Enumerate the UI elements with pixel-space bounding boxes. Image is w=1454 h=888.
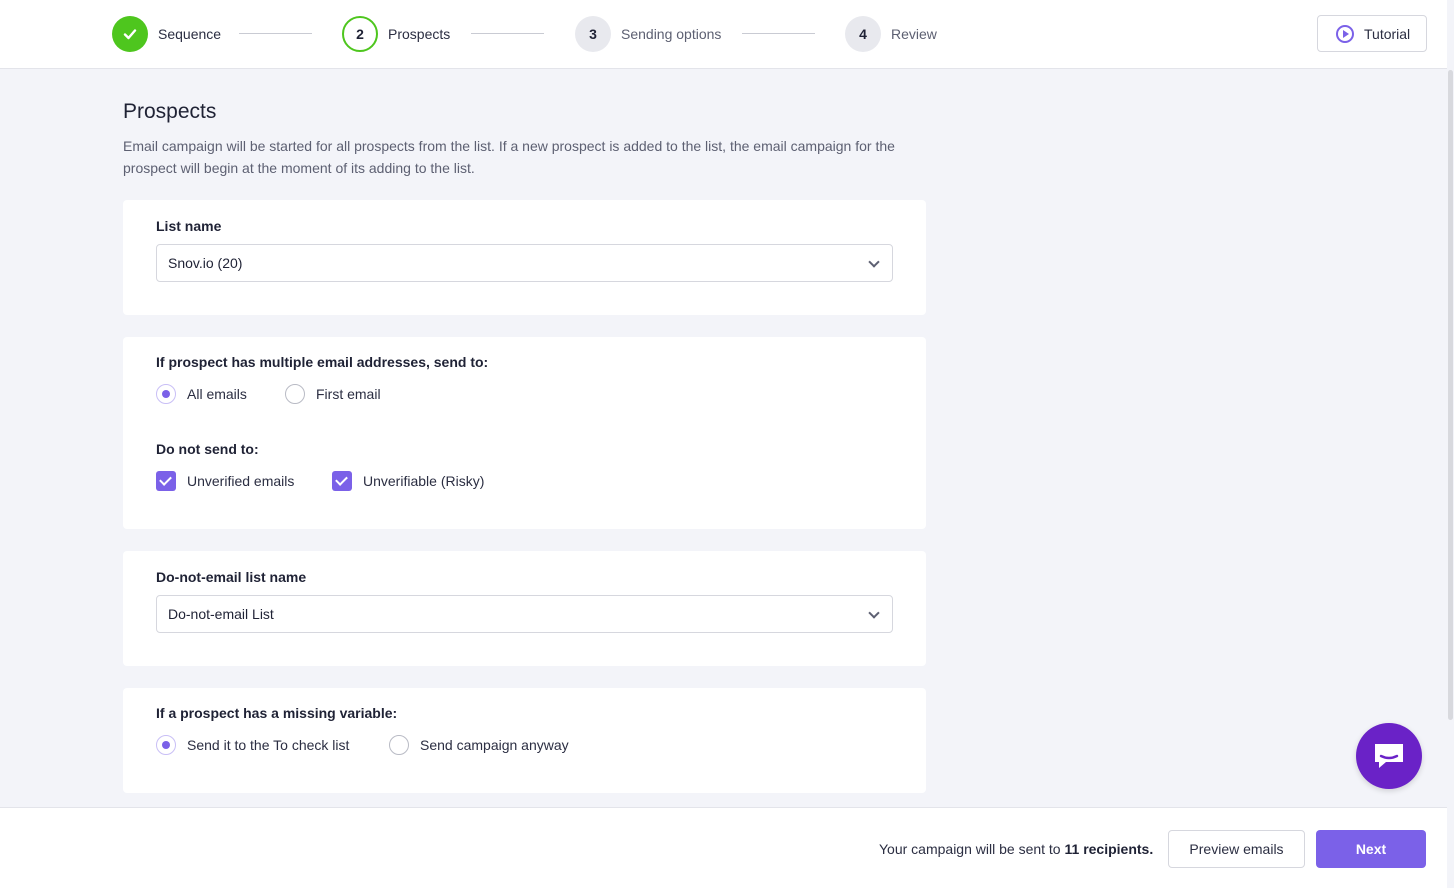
do-not-send-label: Do not send to: — [156, 441, 259, 457]
radio-send-anyway[interactable]: Send campaign anyway — [389, 735, 569, 755]
footer-bar: Your campaign will be sent to 11 recipie… — [0, 807, 1454, 888]
list-name-label: List name — [156, 218, 222, 234]
step-connector — [239, 33, 312, 34]
chat-bubble-icon — [1375, 744, 1403, 768]
option-label: First email — [316, 386, 381, 402]
page-description: Email campaign will be started for all p… — [123, 138, 895, 176]
step-number: 2 — [342, 16, 378, 52]
step-label: Sending options — [621, 26, 722, 42]
radio-icon — [389, 735, 409, 755]
list-name-select[interactable]: Snov.io (20) — [156, 244, 893, 282]
chat-button[interactable] — [1356, 723, 1422, 789]
list-name-card: List name Snov.io (20) — [123, 200, 926, 315]
radio-all-emails[interactable]: All emails — [156, 384, 247, 404]
scrollbar-thumb[interactable] — [1448, 70, 1453, 720]
recipients-word: recipients. — [1083, 841, 1154, 857]
list-name-value: Snov.io (20) — [168, 255, 243, 271]
radio-to-check-list[interactable]: Send it to the To check list — [156, 735, 349, 755]
checkbox-unverified-emails[interactable]: Unverified emails — [156, 471, 294, 491]
step-number: 4 — [845, 16, 881, 52]
chevron-down-icon — [868, 256, 880, 268]
checkbox-unverifiable-risky[interactable]: Unverifiable (Risky) — [332, 471, 484, 491]
recipients-summary: Your campaign will be sent to 11 recipie… — [879, 841, 1153, 857]
option-label: Send it to the To check list — [187, 737, 350, 753]
radio-first-email[interactable]: First email — [285, 384, 381, 404]
do-not-email-value: Do-not-email List — [168, 606, 274, 622]
radio-icon — [285, 384, 305, 404]
checkmark-icon — [112, 16, 148, 52]
tutorial-button[interactable]: Tutorial — [1317, 15, 1427, 52]
option-label: Unverified emails — [187, 473, 295, 489]
step-review[interactable]: 4 Review — [845, 16, 937, 52]
checkbox-checked-icon — [156, 471, 176, 491]
radio-icon — [156, 735, 176, 755]
recipients-count: 11 — [1064, 841, 1080, 857]
do-not-email-select[interactable]: Do-not-email List — [156, 595, 893, 633]
step-number: 3 — [575, 16, 611, 52]
step-connector — [742, 33, 815, 34]
step-connector — [471, 33, 544, 34]
do-not-email-label: Do-not-email list name — [156, 569, 307, 585]
step-label: Prospects — [388, 26, 451, 42]
wizard-stepper-bar: Sequence 2 Prospects 3 Sending options 4… — [0, 0, 1454, 69]
play-icon — [1336, 24, 1354, 43]
tutorial-label: Tutorial — [1364, 25, 1411, 42]
do-not-email-card: Do-not-email list name Do-not-email List — [123, 551, 926, 666]
step-label: Sequence — [158, 26, 222, 42]
next-button[interactable]: Next — [1316, 830, 1426, 868]
step-sequence[interactable]: Sequence — [112, 16, 221, 52]
multiple-email-label: If prospect has multiple email addresses… — [156, 354, 489, 370]
missing-variable-label: If a prospect has a missing variable: — [156, 705, 398, 721]
checkbox-checked-icon — [332, 471, 352, 491]
chevron-down-icon — [868, 607, 880, 619]
page-title: Prospects — [123, 100, 217, 123]
multiple-email-card: If prospect has multiple email addresses… — [123, 337, 926, 529]
step-prospects[interactable]: 2 Prospects — [342, 16, 450, 52]
recipients-prefix: Your campaign will be sent to — [879, 841, 1061, 857]
step-sending-options[interactable]: 3 Sending options — [575, 16, 721, 52]
preview-emails-button[interactable]: Preview emails — [1168, 830, 1305, 868]
step-label: Review — [891, 26, 937, 42]
option-label: Send campaign anyway — [420, 737, 569, 753]
radio-icon — [156, 384, 176, 404]
option-label: Unverifiable (Risky) — [363, 473, 485, 489]
option-label: All emails — [187, 386, 247, 402]
missing-variable-card: If a prospect has a missing variable: Se… — [123, 688, 926, 793]
